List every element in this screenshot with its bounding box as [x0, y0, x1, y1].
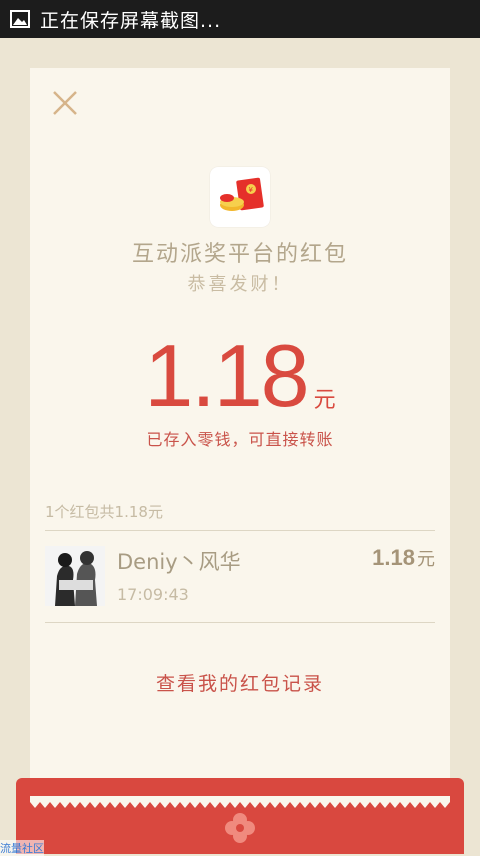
status-text: 正在保存屏幕截图... [40, 9, 222, 32]
record-amount-value: 1.18 [372, 545, 415, 570]
divider [45, 622, 435, 623]
image-icon [10, 10, 30, 28]
greeting-text: 恭喜发财！ [187, 274, 293, 295]
record-amount-unit: 元 [417, 549, 435, 570]
record-time: 17:09:43 [117, 585, 189, 604]
close-icon[interactable] [50, 88, 80, 118]
amount-unit: 元 [313, 388, 336, 413]
records-summary: 1个红包共1.18元 [45, 503, 163, 521]
amount-display: 1.18 元 [0, 330, 480, 420]
saved-note: 已存入零钱，可直接转账 [146, 430, 334, 449]
record-name: Deniy丶风华 [117, 550, 241, 574]
zigzag-edge [30, 796, 450, 808]
view-history-link[interactable]: 查看我的红包记录 [0, 669, 480, 696]
red-envelope-icon: ¥ [210, 167, 270, 227]
avatar[interactable] [45, 546, 105, 606]
record-amount: 1.18 元 [372, 545, 435, 571]
divider [45, 530, 435, 531]
flower-icon [225, 813, 255, 843]
amount-value: 1.18 [144, 326, 309, 425]
status-bar: 正在保存屏幕截图... [0, 0, 480, 38]
sender-title: 互动派奖平台的红包 [131, 242, 348, 267]
svg-text:¥: ¥ [249, 186, 254, 194]
